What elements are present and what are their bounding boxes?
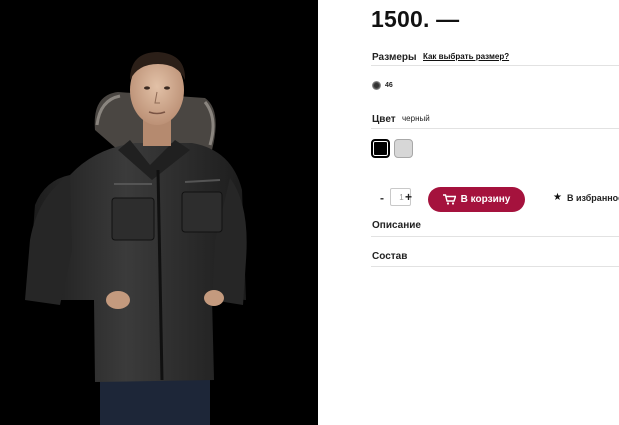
quantity-increase-button[interactable]: +: [405, 190, 412, 204]
composition-section-toggle[interactable]: Состав: [372, 251, 407, 262]
divider: [371, 236, 619, 237]
product-price: 1500. —: [371, 6, 460, 32]
cart-icon: [442, 194, 456, 205]
favorites-label: В избранное: [566, 192, 619, 203]
swatch-black[interactable]: [371, 139, 390, 158]
product-photo[interactable]: [0, 0, 318, 425]
divider: [371, 65, 619, 66]
divider: [371, 266, 619, 267]
divider: [371, 128, 619, 129]
add-to-cart-label: В корзину: [460, 194, 511, 205]
add-to-cart-button[interactable]: В корзину: [428, 187, 525, 212]
swatch-light-gray[interactable]: [394, 139, 413, 158]
radio-selected-icon[interactable]: [372, 81, 381, 90]
color-value: черный: [402, 114, 430, 123]
color-label: Цвет: [372, 114, 396, 125]
size-option-label: 46: [385, 82, 393, 89]
size-option-46[interactable]: 46: [372, 81, 393, 90]
size-guide-link[interactable]: Как выбрать размер?: [423, 52, 509, 61]
add-to-favorites-button[interactable]: ★ В избранное: [553, 192, 619, 203]
sizes-label: Размеры: [372, 52, 417, 63]
quantity-decrease-button[interactable]: -: [380, 191, 384, 205]
man-in-parka-image: [0, 0, 318, 425]
star-icon: ★: [553, 192, 562, 203]
description-section-toggle[interactable]: Описание: [372, 220, 421, 231]
